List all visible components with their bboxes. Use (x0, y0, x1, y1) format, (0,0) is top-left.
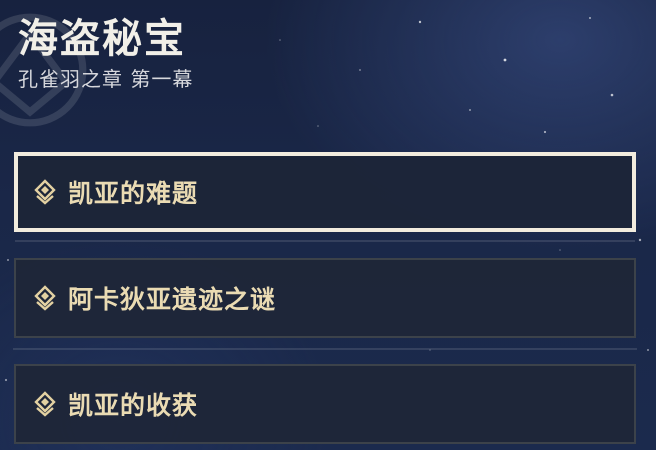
event-header: 海盗秘宝 孔雀羽之章 第一幕 (18, 14, 193, 92)
quest-diamond-icon (34, 391, 56, 417)
quest-item-arcadia-ruins[interactable]: 阿卡狄亚遗迹之谜 (13, 258, 637, 350)
event-subtitle: 孔雀羽之章 第一幕 (18, 67, 194, 91)
quest-item-label: 凯亚的收获 (68, 391, 199, 420)
quest-diamond-icon (34, 179, 56, 205)
quest-list: 凯亚的难题 阿卡狄亚遗迹之谜 凯亚的收获 (13, 152, 637, 450)
quest-item-kaeya-problem[interactable]: 凯亚的难题 (14, 152, 636, 242)
event-title: 海盗秘宝 (18, 16, 186, 62)
quest-item-label: 阿卡狄亚遗迹之谜 (68, 285, 277, 314)
quest-diamond-icon (34, 285, 56, 311)
quest-item-kaeya-harvest[interactable]: 凯亚的收获 (14, 364, 636, 444)
quest-item-label: 凯亚的难题 (68, 179, 199, 208)
